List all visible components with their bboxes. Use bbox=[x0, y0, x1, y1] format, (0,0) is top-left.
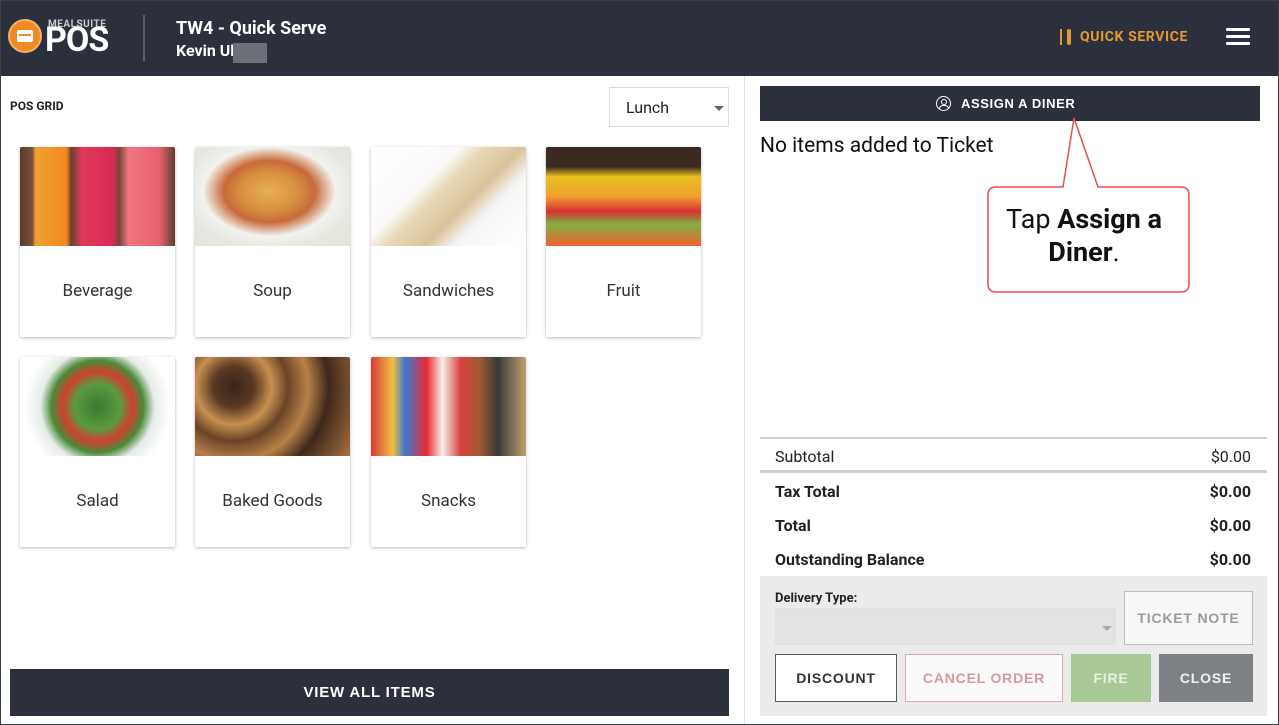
delivery-type-select[interactable] bbox=[775, 608, 1116, 645]
callout-text: Tap Assign a Diner. bbox=[1006, 203, 1162, 268]
total-label: Total bbox=[775, 516, 811, 535]
tax-total-label: Tax Total bbox=[775, 482, 840, 501]
cancel-order-button[interactable]: CANCEL ORDER bbox=[905, 654, 1063, 702]
total-value: $0.00 bbox=[1209, 516, 1251, 535]
outstanding-balance-label: Outstanding Balance bbox=[775, 550, 925, 569]
subtotal-value: $0.00 bbox=[1210, 447, 1251, 466]
delivery-type-label: Delivery Type: bbox=[775, 591, 858, 606]
pos-app: MEALSUITE POS TW4 - Quick Serve Kevin Uh… bbox=[0, 0, 1279, 725]
close-button[interactable]: CLOSE bbox=[1159, 654, 1253, 702]
chevron-down-icon bbox=[1102, 626, 1112, 631]
ticket-note-button[interactable]: TICKET NOTE bbox=[1124, 591, 1253, 645]
fire-button[interactable]: FIRE bbox=[1071, 654, 1151, 702]
totals-divider bbox=[760, 437, 1267, 439]
tax-total-value: $0.00 bbox=[1209, 482, 1251, 501]
outstanding-balance-value: $0.00 bbox=[1209, 550, 1251, 569]
subtotal-label: Subtotal bbox=[775, 447, 835, 466]
totals-divider bbox=[760, 470, 1267, 473]
discount-button[interactable]: DISCOUNT bbox=[775, 654, 897, 702]
